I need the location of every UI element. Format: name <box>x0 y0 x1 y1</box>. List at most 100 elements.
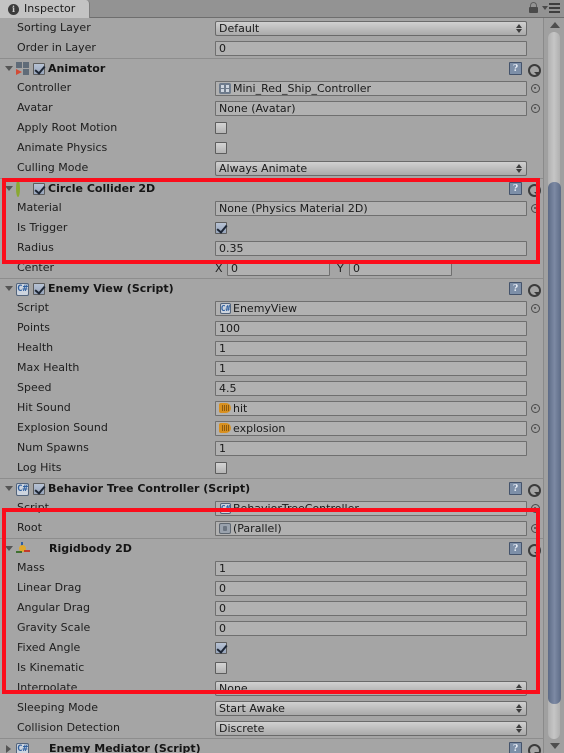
input-num-spawns[interactable]: 1 <box>215 440 527 456</box>
property-row-radius: Radius 0.35 <box>0 238 543 258</box>
component-enable-checkbox-animator[interactable] <box>33 62 45 75</box>
help-book-icon[interactable]: ? <box>509 742 522 753</box>
property-row-points: Points 100 <box>0 318 543 338</box>
foldout-collapse-icon[interactable] <box>2 66 15 71</box>
dropdown-interpolate[interactable]: None <box>215 680 527 696</box>
checkbox-fixed-angle[interactable] <box>215 642 227 654</box>
gear-icon[interactable] <box>527 543 541 557</box>
scroll-up-arrow[interactable] <box>544 18 564 32</box>
component-header-enemy-mediator-script[interactable]: C# Enemy Mediator (Script)? <box>0 738 543 753</box>
scrollbar-thumb[interactable] <box>548 182 561 704</box>
property-label-apply-root-motion: Apply Root Motion <box>17 121 118 134</box>
circle-collider-2d-icon <box>16 179 20 197</box>
vertical-scrollbar[interactable] <box>543 18 564 753</box>
object-picker-hit-sound[interactable] <box>527 403 543 413</box>
property-label-radius: Radius <box>17 241 54 254</box>
property-row-max-health: Max Health 1 <box>0 358 543 378</box>
gear-icon[interactable] <box>527 183 541 197</box>
object-field-script[interactable]: C# EnemyView <box>215 300 527 316</box>
tab-inspector[interactable]: i Inspector <box>0 0 91 18</box>
gear-icon[interactable] <box>527 63 541 77</box>
object-field-explosion-sound[interactable]: explosion <box>215 420 527 436</box>
object-field-hit-sound[interactable]: hit <box>215 400 527 416</box>
gear-icon[interactable] <box>527 743 541 753</box>
object-field-script[interactable]: C# BehaviorTreeController <box>215 500 527 516</box>
foldout-collapse-icon[interactable] <box>2 546 15 551</box>
component-header-rigidbody-2d[interactable]: Rigidbody 2D? <box>0 538 543 558</box>
component-enable-checkbox-behavior-tree-controller-script[interactable] <box>33 482 45 495</box>
help-book-icon[interactable]: ? <box>509 182 522 195</box>
dropdown-collision-detection[interactable]: Discrete <box>215 720 527 736</box>
foldout-collapse-icon[interactable] <box>2 486 15 491</box>
animator-controller-icon <box>219 82 231 94</box>
object-picker-script[interactable] <box>527 503 543 513</box>
lock-icon[interactable] <box>529 2 538 13</box>
component-header-circle-collider-2d[interactable]: Circle Collider 2D? <box>0 178 543 198</box>
foldout-expand-icon[interactable] <box>2 744 15 753</box>
tab-bar: i Inspector <box>0 0 564 18</box>
property-row-animate-physics: Animate Physics <box>0 138 543 158</box>
property-label-material: Material <box>17 201 62 214</box>
property-field-sorting-layer: Default <box>215 20 543 36</box>
dropdown-sorting-layer[interactable]: Default <box>215 20 527 36</box>
input-linear-drag[interactable]: 0 <box>215 580 527 596</box>
dropdown-sleeping-mode[interactable]: Start Awake <box>215 700 527 716</box>
property-row-script: Script C# BehaviorTreeController <box>0 498 543 518</box>
input-speed[interactable]: 4.5 <box>215 380 527 396</box>
property-label-controller: Controller <box>17 81 72 94</box>
component-header-animator[interactable]: Animator? <box>0 58 543 78</box>
input-max-health[interactable]: 1 <box>215 360 527 376</box>
object-field-root[interactable]: (Parallel) <box>215 520 527 536</box>
object-picker-script[interactable] <box>527 303 543 313</box>
object-field-material[interactable]: None (Physics Material 2D) <box>215 200 527 216</box>
component-header-actions: ? <box>509 742 541 753</box>
help-book-icon[interactable]: ? <box>509 542 522 555</box>
checkbox-log-hits[interactable] <box>215 462 227 474</box>
component-header-enemy-view-script[interactable]: C# Enemy View (Script)? <box>0 278 543 298</box>
gear-icon[interactable] <box>527 283 541 297</box>
object-field-avatar[interactable]: None (Avatar) <box>215 100 527 116</box>
property-label-mass: Mass <box>17 561 45 574</box>
object-picker-material[interactable] <box>527 203 543 213</box>
input-radius[interactable]: 0.35 <box>215 240 527 256</box>
input-mass[interactable]: 1 <box>215 560 527 576</box>
input-order-in-layer[interactable]: 0 <box>215 40 527 56</box>
component-header-behavior-tree-controller-script[interactable]: C# Behavior Tree Controller (Script)? <box>0 478 543 498</box>
hamburger-menu-icon[interactable] <box>542 2 560 13</box>
object-picker-avatar[interactable] <box>527 103 543 113</box>
object-picker-explosion-sound[interactable] <box>527 423 543 433</box>
object-picker-root[interactable] <box>527 523 543 533</box>
axis-label-x: X <box>215 261 223 275</box>
foldout-collapse-icon[interactable] <box>2 186 15 191</box>
property-field-material: None (Physics Material 2D) <box>215 200 543 216</box>
object-field-controller[interactable]: Mini_Red_Ship_Controller <box>215 80 527 96</box>
component-enable-checkbox-circle-collider-2d[interactable] <box>33 182 45 195</box>
gear-icon[interactable] <box>527 483 541 497</box>
component-title-circle-collider-2d: Circle Collider 2D <box>48 181 156 195</box>
object-field-value-material: None (Physics Material 2D) <box>219 201 368 215</box>
input-gravity-scale[interactable]: 0 <box>215 620 527 636</box>
input-center-x[interactable]: 0 <box>227 260 330 276</box>
dropdown-arrows-icon <box>516 723 522 733</box>
checkbox-is-kinematic[interactable] <box>215 662 227 674</box>
input-center-y[interactable]: 0 <box>349 260 452 276</box>
scroll-down-arrow[interactable] <box>544 739 564 753</box>
foldout-collapse-icon[interactable] <box>2 286 15 291</box>
component-enable-checkbox-enemy-view-script[interactable] <box>33 282 45 295</box>
input-points[interactable]: 100 <box>215 320 527 336</box>
help-book-icon[interactable]: ? <box>509 62 522 75</box>
object-picker-controller[interactable] <box>527 83 543 93</box>
help-book-icon[interactable]: ? <box>509 282 522 295</box>
dropdown-value-sorting-layer: Default <box>219 21 260 35</box>
input-angular-drag[interactable]: 0 <box>215 600 527 616</box>
property-label-sleeping-mode: Sleeping Mode <box>17 701 99 714</box>
property-field-linear-drag: 0 <box>215 580 543 596</box>
dropdown-culling-mode[interactable]: Always Animate <box>215 160 527 176</box>
input-health[interactable]: 1 <box>215 340 527 356</box>
checkbox-apply-root-motion[interactable] <box>215 122 227 134</box>
property-row-is-trigger: Is Trigger <box>0 218 543 238</box>
help-book-icon[interactable]: ? <box>509 482 522 495</box>
property-field-is-trigger <box>215 222 543 234</box>
checkbox-is-trigger[interactable] <box>215 222 227 234</box>
checkbox-animate-physics[interactable] <box>215 142 227 154</box>
